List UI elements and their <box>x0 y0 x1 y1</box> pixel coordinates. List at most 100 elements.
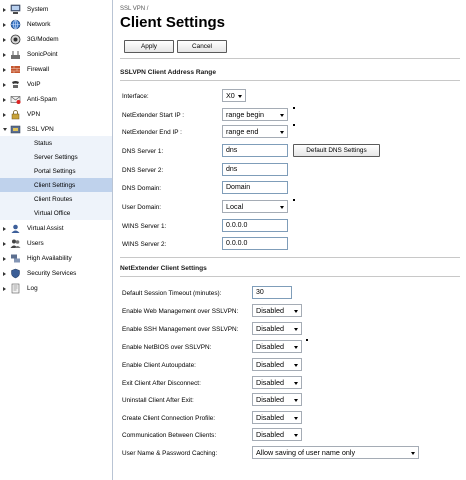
apply-button[interactable]: Apply <box>124 40 174 53</box>
chevron-down-icon <box>411 451 415 455</box>
sidebar-item-label: Security Services <box>27 270 77 277</box>
page-title: Client Settings <box>120 14 226 31</box>
sidebar-item-label: System <box>27 6 49 13</box>
shield-icon <box>10 268 21 279</box>
sidebar-subitem-status[interactable]: Status <box>0 136 112 150</box>
dns-server-1-input[interactable]: dns <box>222 144 288 157</box>
modem-icon <box>10 34 21 45</box>
session-timeout-input[interactable]: 30 <box>252 286 292 299</box>
expand-arrow-icon[interactable] <box>3 226 6 231</box>
netbios-select-value: Disabled <box>256 342 284 351</box>
sidebar-item-firewall[interactable]: Firewall <box>0 62 112 77</box>
interface-label: Interface: <box>122 93 149 100</box>
user-domain-select-value: Local <box>226 202 244 211</box>
sidebar-item-3g-modem[interactable]: 3G/Modem <box>0 32 112 47</box>
sidebar-item-security-services[interactable]: Security Services <box>0 266 112 281</box>
sidebar-subitem-portal-settings[interactable]: Portal Settings <box>0 164 112 178</box>
sidebar-subitem-server-settings[interactable]: Server Settings <box>0 150 112 164</box>
web-management-select[interactable]: Disabled <box>252 304 302 317</box>
expand-arrow-icon[interactable] <box>3 22 6 27</box>
exit-after-disconnect-select[interactable]: Disabled <box>252 376 302 389</box>
end-ip-label: NetExtender End IP : <box>122 129 182 136</box>
sidebar: System Network 3G/Modem SonicPoint Firew… <box>0 0 113 480</box>
wins-server-1-input[interactable]: 0.0.0.0 <box>222 219 288 232</box>
breadcrumb[interactable]: SSL VPN / <box>120 6 148 12</box>
high-availability-icon <box>10 253 21 264</box>
access-point-icon <box>10 49 21 60</box>
connection-profile-select[interactable]: Disabled <box>252 411 302 424</box>
expand-arrow-icon[interactable] <box>3 241 6 246</box>
expand-arrow-icon[interactable] <box>3 52 6 57</box>
dns-server-2-input[interactable]: dns <box>222 163 288 176</box>
field-marker <box>293 199 295 201</box>
interface-select[interactable]: X0 <box>222 89 246 102</box>
communication-between-clients-select-value: Disabled <box>256 430 284 439</box>
section-divider <box>120 80 460 81</box>
expand-arrow-icon[interactable] <box>3 7 6 12</box>
exit-after-disconnect-select-value: Disabled <box>256 378 284 387</box>
collapse-arrow-icon[interactable] <box>3 128 7 131</box>
chevron-down-icon <box>294 363 298 367</box>
password-caching-select[interactable]: Allow saving of user name only <box>252 446 419 459</box>
expand-arrow-icon[interactable] <box>3 286 6 291</box>
chevron-down-icon <box>294 381 298 385</box>
phone-icon <box>10 79 21 90</box>
expand-arrow-icon[interactable] <box>3 97 6 102</box>
sidebar-item-label: Anti-Spam <box>27 96 57 103</box>
sidebar-subitem-client-settings[interactable]: Client Settings <box>0 178 112 192</box>
start-ip-select[interactable]: range begin <box>222 108 288 121</box>
dns-domain-input[interactable]: Domain <box>222 181 288 194</box>
sidebar-item-network[interactable]: Network <box>0 17 112 32</box>
wins-server-2-input[interactable]: 0.0.0.0 <box>222 237 288 250</box>
netbios-select[interactable]: Disabled <box>252 340 302 353</box>
sidebar-subitem-virtual-office[interactable]: Virtual Office <box>0 206 112 220</box>
expand-arrow-icon[interactable] <box>3 37 6 42</box>
cancel-button[interactable]: Cancel <box>177 40 227 53</box>
netbios-label: Enable NetBIOS over SSLVPN: <box>122 344 212 351</box>
sidebar-item-voip[interactable]: VoIP <box>0 77 112 92</box>
web-management-label: Enable Web Management over SSLVPN: <box>122 308 239 315</box>
uninstall-after-exit-select[interactable]: Disabled <box>252 393 302 406</box>
sidebar-subitem-label: Client Routes <box>34 195 73 203</box>
chevron-down-icon <box>280 205 284 209</box>
firewall-icon <box>10 64 21 75</box>
expand-arrow-icon[interactable] <box>3 271 6 276</box>
communication-between-clients-select[interactable]: Disabled <box>252 428 302 441</box>
sidebar-item-label: Virtual Assist <box>27 225 64 232</box>
sidebar-item-label: SSL VPN <box>27 126 54 133</box>
user-domain-select[interactable]: Local <box>222 200 288 213</box>
sidebar-item-anti-spam[interactable]: Anti-Spam <box>0 92 112 107</box>
dns-domain-label: DNS Domain: <box>122 185 162 192</box>
expand-arrow-icon[interactable] <box>3 112 6 117</box>
autoupdate-select-value: Disabled <box>256 360 284 369</box>
sidebar-subitem-client-routes[interactable]: Client Routes <box>0 192 112 206</box>
wins2-label: WINS Server 2: <box>122 241 167 248</box>
sidebar-item-ssl-vpn[interactable]: SSL VPN <box>0 122 112 137</box>
expand-arrow-icon[interactable] <box>3 67 6 72</box>
sidebar-item-system[interactable]: System <box>0 2 112 17</box>
sidebar-item-high-availability[interactable]: High Availability <box>0 251 112 266</box>
default-dns-settings-button[interactable]: Default DNS Settings <box>293 144 380 157</box>
sidebar-item-vpn[interactable]: VPN <box>0 107 112 122</box>
sidebar-item-label: Log <box>27 285 38 292</box>
sidebar-item-users[interactable]: Users <box>0 236 112 251</box>
sidebar-item-label: 3G/Modem <box>27 36 59 43</box>
section-title-client-settings: NetExtender Client Settings <box>120 265 207 272</box>
sidebar-item-log[interactable]: Log <box>0 281 112 296</box>
start-ip-label: NetExtender Start IP : <box>122 112 185 119</box>
ssh-management-label: Enable SSH Management over SSLVPN: <box>122 326 239 333</box>
communication-between-clients-label: Communication Between Clients: <box>122 432 217 439</box>
sidebar-subitem-label: Status <box>34 139 53 147</box>
connection-profile-select-value: Disabled <box>256 413 284 422</box>
sidebar-item-virtual-assist[interactable]: Virtual Assist <box>0 221 112 236</box>
sidebar-item-sonicpoint[interactable]: SonicPoint <box>0 47 112 62</box>
chevron-down-icon <box>294 416 298 420</box>
ssh-management-select[interactable]: Disabled <box>252 322 302 335</box>
sidebar-item-label: SonicPoint <box>27 51 58 58</box>
autoupdate-select[interactable]: Disabled <box>252 358 302 371</box>
start-ip-select-value: range begin <box>226 110 264 119</box>
virtual-assist-icon <box>10 223 21 234</box>
end-ip-select[interactable]: range end <box>222 125 288 138</box>
expand-arrow-icon[interactable] <box>3 256 6 261</box>
expand-arrow-icon[interactable] <box>3 82 6 87</box>
